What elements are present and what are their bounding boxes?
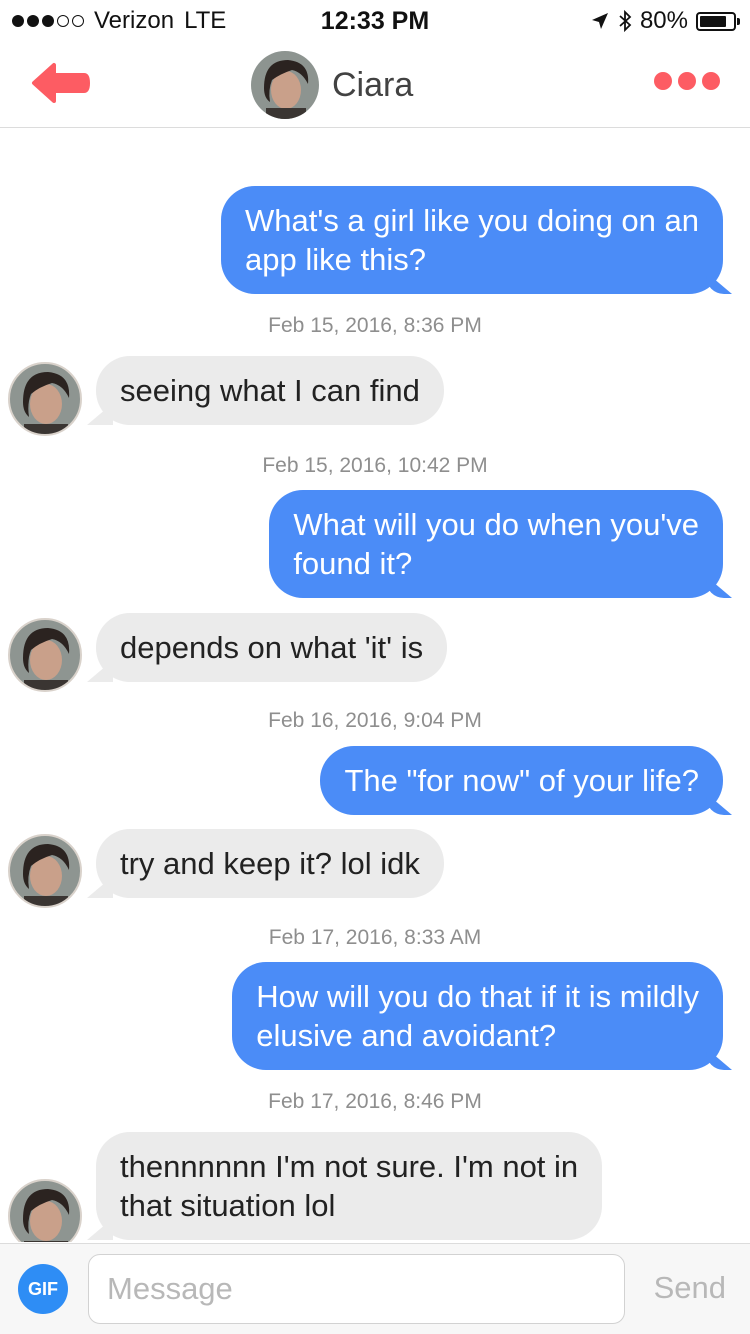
- send-button[interactable]: Send: [654, 1270, 726, 1306]
- incoming-bubble[interactable]: thennnnnn I'm not sure. I'm not in that …: [96, 1132, 603, 1240]
- outgoing-bubble[interactable]: How will you do that if it is mildly elu…: [232, 962, 723, 1070]
- back-arrow-icon[interactable]: [28, 60, 92, 106]
- chat-header: Ciara: [0, 40, 750, 128]
- contact-name: Ciara: [332, 65, 414, 104]
- outgoing-message: What's a girl like you doing on an app l…: [221, 186, 723, 294]
- message-text: How will you do that if it is mildly: [256, 979, 699, 1014]
- bluetooth-icon: [619, 9, 632, 33]
- message-composer: GIF Send: [0, 1243, 750, 1334]
- battery-percent: 80%: [639, 7, 688, 34]
- gif-button[interactable]: GIF: [18, 1264, 68, 1314]
- message-text: seeing what I can find: [120, 373, 420, 408]
- message-text: elusive and avoidant?: [256, 1018, 557, 1053]
- incoming-message: depends on what 'it' is: [96, 613, 448, 682]
- incoming-message: thennnnnn I'm not sure. I'm not in that …: [96, 1132, 603, 1240]
- message-timestamp: Feb 15, 2016, 8:36 PM: [268, 314, 482, 337]
- status-right: 80%: [590, 7, 740, 35]
- avatar[interactable]: [8, 1179, 82, 1242]
- message-text: thennnnnn I'm not sure. I'm not in: [120, 1149, 579, 1184]
- message-timestamp: Feb 17, 2016, 8:33 AM: [268, 926, 482, 949]
- more-dots-icon[interactable]: [654, 72, 720, 90]
- incoming-message: seeing what I can find: [96, 356, 444, 425]
- message-text: that situation lol: [120, 1188, 336, 1223]
- outgoing-message: The "for now" of your life?: [320, 746, 723, 815]
- outgoing-message: What will you do when you've found it?: [269, 490, 723, 598]
- incoming-bubble[interactable]: seeing what I can find: [96, 356, 444, 425]
- message-text: app like this?: [245, 242, 426, 277]
- message-text: What will you do when you've: [293, 507, 699, 542]
- message-thread[interactable]: What's a girl like you doing on an app l…: [0, 129, 750, 1242]
- message-text: try and keep it? lol idk: [120, 846, 420, 881]
- message-timestamp: Feb 16, 2016, 9:04 PM: [268, 709, 482, 732]
- incoming-bubble[interactable]: depends on what 'it' is: [96, 613, 448, 682]
- message-input[interactable]: [88, 1254, 625, 1324]
- contact-header[interactable]: Ciara: [250, 50, 413, 120]
- incoming-bubble[interactable]: try and keep it? lol idk: [96, 829, 444, 898]
- location-arrow-icon: [591, 13, 608, 29]
- message-text: depends on what 'it' is: [120, 630, 424, 665]
- outgoing-bubble[interactable]: What will you do when you've found it?: [269, 490, 723, 598]
- avatar[interactable]: [8, 362, 82, 436]
- avatar[interactable]: [250, 50, 320, 120]
- battery-fill: [700, 15, 726, 27]
- battery-icon: [696, 11, 740, 31]
- avatar[interactable]: [8, 618, 82, 692]
- outgoing-message: How will you do that if it is mildly elu…: [232, 962, 723, 1070]
- message-timestamp: Feb 17, 2016, 8:46 PM: [268, 1090, 482, 1113]
- status-bar: Verizon LTE 12:33 PM 80%: [0, 0, 750, 40]
- message-text: What's a girl like you doing on an: [245, 203, 699, 238]
- outgoing-bubble[interactable]: What's a girl like you doing on an app l…: [221, 186, 723, 294]
- avatar[interactable]: [8, 834, 82, 908]
- outgoing-bubble[interactable]: The "for now" of your life?: [320, 746, 723, 815]
- message-timestamp: Feb 15, 2016, 10:42 PM: [262, 454, 488, 477]
- message-text: found it?: [293, 546, 413, 581]
- incoming-message: try and keep it? lol idk: [96, 829, 444, 898]
- message-text: The "for now" of your life?: [344, 763, 699, 798]
